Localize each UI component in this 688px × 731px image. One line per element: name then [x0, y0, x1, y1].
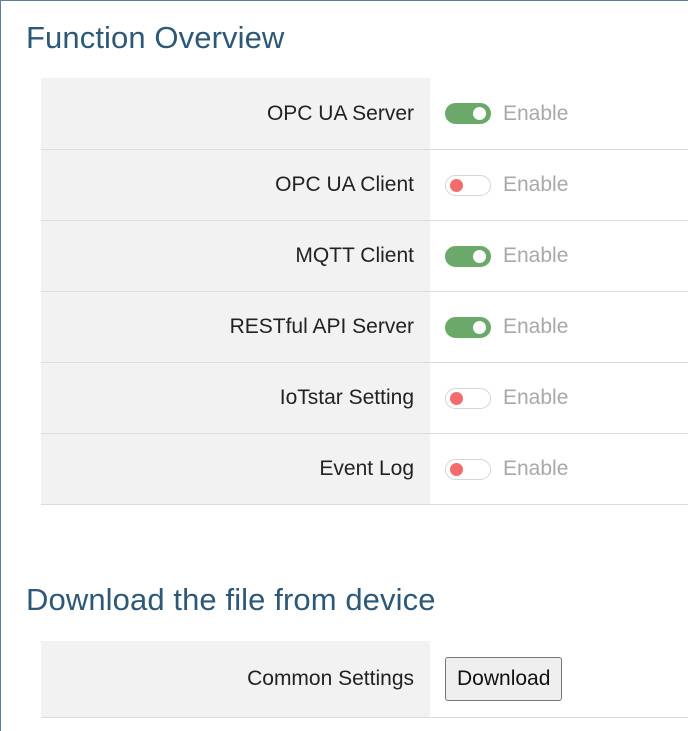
page: Function Overview OPC UA Server Enable O…	[0, 0, 688, 731]
toggle-knob	[473, 249, 486, 263]
function-value: Enable	[430, 292, 688, 362]
function-value: Enable	[430, 78, 688, 149]
toggle-knob	[450, 462, 463, 476]
iotstar-setting-toggle[interactable]	[445, 387, 491, 409]
toggle-label: Enable	[503, 244, 569, 267]
function-row-mqtt-client: MQTT Client Enable	[41, 221, 688, 292]
toggle-label: Enable	[503, 101, 569, 125]
toggle-label: Enable	[503, 386, 569, 409]
function-row-iotstar-setting: IoTstar Setting Enable	[41, 363, 688, 434]
toggle-knob	[450, 178, 463, 192]
toggle-label: Enable	[503, 315, 569, 338]
function-label: RESTful API Server	[41, 292, 430, 362]
toggle-knob	[473, 320, 486, 334]
download-section-title: Download the file from device	[26, 582, 436, 617]
function-label: MQTT Client	[41, 221, 430, 291]
function-value: Enable	[430, 363, 688, 433]
function-label: OPC UA Client	[41, 150, 430, 220]
function-row-event-log: Event Log Enable	[41, 434, 688, 505]
restful-api-server-toggle[interactable]	[445, 316, 491, 338]
event-log-toggle[interactable]	[445, 458, 491, 480]
function-value: Enable	[430, 434, 688, 504]
function-value: Enable	[430, 150, 688, 220]
download-row-common-settings: Common Settings Download	[41, 641, 688, 718]
function-label: OPC UA Server	[41, 78, 430, 149]
toggle-label: Enable	[503, 457, 569, 480]
mqtt-client-toggle[interactable]	[445, 245, 491, 267]
function-overview-title: Function Overview	[26, 20, 285, 55]
toggle-knob	[473, 107, 486, 120]
function-row-opc-ua-server: OPC UA Server Enable	[41, 78, 688, 150]
download-label: Common Settings	[41, 641, 430, 717]
toggle-knob	[450, 391, 463, 405]
function-label: IoTstar Setting	[41, 363, 430, 433]
function-label: Event Log	[41, 434, 430, 504]
function-row-restful-api-server: RESTful API Server Enable	[41, 292, 688, 363]
opc-ua-server-toggle[interactable]	[445, 103, 491, 124]
function-row-opc-ua-client: OPC UA Client Enable	[41, 150, 688, 221]
download-value: Download	[430, 641, 688, 717]
function-overview-table: OPC UA Server Enable OPC UA Client Enabl…	[41, 78, 688, 505]
toggle-label: Enable	[503, 173, 569, 196]
download-table: Common Settings Download	[41, 641, 688, 718]
function-value: Enable	[430, 221, 688, 291]
download-button[interactable]: Download	[445, 657, 563, 701]
opc-ua-client-toggle[interactable]	[445, 174, 491, 196]
